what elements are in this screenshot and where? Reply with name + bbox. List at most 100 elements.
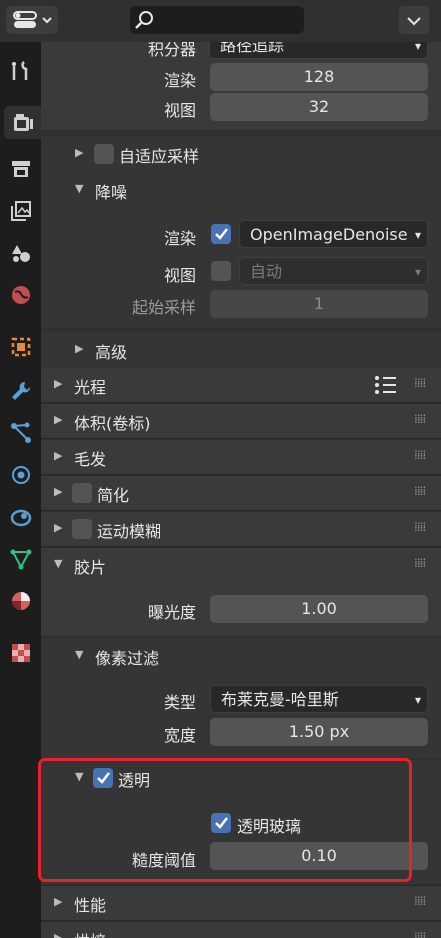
options-dropdown-button[interactable] (399, 6, 429, 34)
tab-modifiers[interactable] (4, 374, 37, 407)
sampler-label: 积分器 (147, 42, 196, 59)
denoise-render-value: OpenImageDenoise (250, 225, 408, 244)
denoise-viewport-dropdown[interactable]: 自动 ▾ (239, 257, 428, 285)
editor-type-icon (13, 11, 52, 28)
filter-width-field[interactable]: 1.50 px (210, 718, 428, 746)
search-icon (135, 11, 153, 29)
viewport-samples-label: 视图 (163, 101, 196, 120)
start-sample-label: 起始采样 (131, 298, 196, 317)
highlight-annotation-box (38, 758, 412, 882)
hair-panel[interactable]: ▶ 毛发 ⁞⁞⁞⁞ (41, 440, 441, 474)
disclosure-right-icon: ▶ (54, 485, 63, 498)
drag-handle-icon[interactable]: ⁞⁞⁞⁞ (414, 520, 426, 534)
denoise-viewport-value: 自动 (250, 262, 283, 281)
chevron-down-icon: ▾ (414, 265, 421, 279)
disclosure-right-icon: ▶ (54, 521, 63, 534)
texture-checker-icon (11, 643, 30, 662)
volumes-panel[interactable]: ▶ 体积(卷标) ⁞⁞⁞⁞ (41, 404, 441, 438)
filter-width-label: 宽度 (163, 726, 196, 745)
drag-handle-icon[interactable]: ⁞⁞⁞⁞ (414, 412, 426, 426)
denoise-subpanel-header[interactable]: ▼ 降噪 (41, 172, 441, 208)
exposure-field[interactable]: 1.00 (210, 595, 428, 623)
divider (41, 920, 441, 921)
editor-type-button[interactable] (6, 6, 58, 34)
disclosure-right-icon: ▶ (54, 413, 63, 426)
tab-texture[interactable] (4, 636, 37, 669)
tab-output[interactable] (4, 152, 37, 185)
divider (41, 546, 441, 547)
sampler-value: 路径追踪 (220, 42, 285, 55)
tab-material[interactable] (4, 584, 37, 617)
drag-handle-icon[interactable]: ⁞⁞⁞⁞ (414, 556, 426, 570)
properties-tab-bar (0, 42, 41, 938)
checkmark-icon (215, 228, 228, 240)
particles-icon (10, 422, 31, 443)
pixel-filter-subpanel-header[interactable]: ▼ 像素过滤 (41, 638, 441, 674)
film-label: 胶片 (74, 558, 107, 577)
denoise-viewport-label: 视图 (163, 266, 196, 285)
simplify-panel[interactable]: ▶ 简化 ⁞⁞⁞⁞ (41, 476, 441, 510)
performance-panel[interactable]: ▶ 性能 ⁞⁞⁞⁞ (41, 886, 441, 920)
disclosure-down-icon: ▼ (75, 182, 84, 195)
printer-icon (11, 160, 30, 177)
motion-blur-panel[interactable]: ▶ 运动模糊 ⁞⁞⁞⁞ (41, 512, 441, 546)
denoise-render-checkbox[interactable] (211, 224, 231, 244)
tab-constraints[interactable] (4, 500, 37, 533)
hair-label: 毛发 (74, 450, 107, 469)
film-panel-header[interactable]: ▼ 胶片 ⁞⁞⁞⁞ (41, 548, 441, 582)
tab-particles[interactable] (4, 416, 37, 449)
drag-handle-icon[interactable]: ⁞⁞⁞⁞ (414, 448, 426, 462)
motion-blur-checkbox[interactable] (72, 519, 92, 539)
chevron-down-icon: ▾ (414, 693, 421, 707)
tab-render[interactable] (4, 106, 41, 139)
view-layer-icon (10, 200, 31, 221)
divider (41, 438, 441, 439)
search-input[interactable] (130, 6, 304, 34)
advanced-label: 高级 (95, 343, 128, 362)
sampler-dropdown[interactable]: 路径追踪 ▾ (209, 42, 428, 59)
tab-object[interactable] (4, 330, 37, 363)
tab-scene[interactable] (4, 236, 37, 269)
tool-icon (11, 60, 27, 80)
render-samples-field[interactable]: 128 (210, 63, 428, 91)
object-icon (11, 337, 30, 356)
viewport-samples-field[interactable]: 32 (210, 93, 428, 121)
drag-handle-icon[interactable]: ⁞⁞⁞⁞ (414, 930, 426, 938)
disclosure-right-icon: ▶ (75, 342, 84, 355)
drag-handle-icon[interactable]: ⁞⁞⁞⁞ (414, 484, 426, 498)
simplify-checkbox[interactable] (72, 483, 92, 503)
adaptive-sampling-subpanel[interactable]: ▶ 自适应采样 (41, 136, 441, 172)
physics-icon (11, 465, 30, 484)
tab-view-layer[interactable] (4, 194, 37, 227)
disclosure-down-icon: ▼ (75, 648, 84, 661)
tab-physics[interactable] (4, 458, 37, 491)
tab-world[interactable] (4, 278, 37, 311)
disclosure-right-icon: ▶ (54, 377, 63, 390)
constraint-icon (10, 509, 31, 526)
filter-type-dropdown[interactable]: 布莱克曼-哈里斯 ▾ (210, 685, 428, 713)
denoise-viewport-checkbox[interactable] (211, 261, 231, 281)
presets-list-icon[interactable] (374, 375, 398, 395)
disclosure-right-icon: ▶ (75, 146, 84, 159)
divider (41, 474, 441, 475)
light-paths-panel[interactable]: ▶ 光程 ⁞⁞⁞⁞ (41, 368, 441, 402)
divider (41, 510, 441, 511)
chevron-down-icon: ▾ (414, 42, 421, 53)
denoise-render-dropdown[interactable]: OpenImageDenoise ▾ (239, 220, 428, 248)
adaptive-sampling-checkbox[interactable] (94, 144, 114, 164)
start-sample-field[interactable]: 1 (210, 290, 428, 318)
disclosure-right-icon: ▶ (54, 449, 63, 462)
adaptive-sampling-label: 自适应采样 (119, 147, 200, 166)
advanced-subpanel[interactable]: ▶ 高级 (41, 332, 441, 368)
exposure-label: 曝光度 (147, 603, 196, 622)
world-icon (11, 285, 30, 304)
drag-handle-icon[interactable]: ⁞⁞⁞⁞ (414, 894, 426, 908)
tab-tool[interactable] (4, 54, 37, 87)
material-icon (11, 591, 30, 610)
chevron-down-icon (407, 17, 421, 26)
bake-label: 烘焙 (74, 928, 106, 938)
drag-handle-icon[interactable]: ⁞⁞⁞⁞ (414, 376, 426, 390)
tab-data[interactable] (4, 542, 37, 575)
light-paths-label: 光程 (74, 378, 107, 397)
bake-panel[interactable]: ▶ 烘焙 ⁞⁞⁞⁞ (41, 922, 441, 938)
